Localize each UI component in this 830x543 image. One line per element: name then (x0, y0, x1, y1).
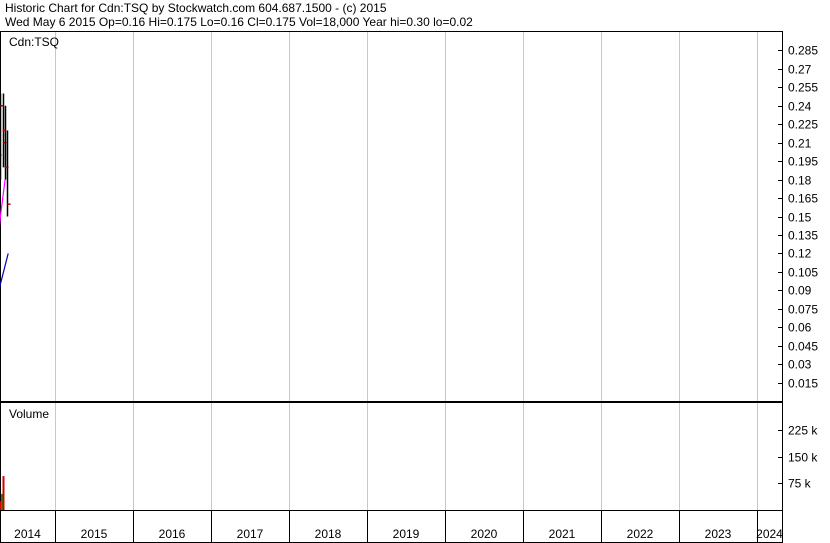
price-tick-label: 0.06 (788, 321, 812, 335)
x-tick-label: 2021 (549, 527, 576, 541)
x-tick-label: 2023 (705, 527, 732, 541)
volume-tick-label: 75 k (788, 477, 812, 491)
x-tick-label: 2016 (159, 527, 186, 541)
volume-panel (0, 402, 783, 511)
price-tick-label: 0.18 (788, 174, 812, 188)
x-tick-label: 2020 (471, 527, 498, 541)
price-tick-label: 0.21 (788, 137, 812, 151)
volume-bar (2, 476, 5, 510)
price-tick-label: 0.09 (788, 284, 812, 298)
volume-tick-label: 150 k (788, 451, 818, 465)
historic-chart: 0.285 0.27 0.255 0.24 0.225 0.21 0.195 0.18 0.16… (0, 31, 818, 543)
x-tick-label: 2019 (393, 527, 420, 541)
price-tick-label: 0.24 (788, 100, 812, 114)
price-tick-label: 0.015 (788, 377, 818, 391)
x-tick-label: 2014 (14, 527, 41, 541)
price-tick-label: 0.165 (788, 192, 818, 206)
price-tick-label: 0.27 (788, 63, 812, 77)
x-tick-label: 2015 (81, 527, 108, 541)
price-tick-label: 0.255 (788, 81, 818, 95)
price-tick-label: 0.225 (788, 118, 818, 132)
x-tick-label: 2022 (627, 527, 654, 541)
price-panel-label: Cdn:TSQ (9, 35, 59, 49)
price-tick-label: 0.105 (788, 266, 818, 280)
price-tick-label: 0.135 (788, 229, 818, 243)
price-tick-label: 0.12 (788, 247, 812, 261)
price-tick-label: 0.15 (788, 211, 812, 225)
x-tick-label: 2017 (237, 527, 264, 541)
volume-axis-ticks: 225 k 150 k 75 k (778, 424, 818, 491)
price-tick-label: 0.285 (788, 44, 818, 58)
price-panel (0, 31, 783, 402)
x-tick-label: 2024 (756, 527, 783, 541)
x-axis-strip (0, 510, 783, 543)
volume-tick-label: 225 k (788, 424, 818, 438)
price-tick-label: 0.03 (788, 358, 812, 372)
price-tick-label: 0.075 (788, 303, 818, 317)
volume-panel-label: Volume (9, 407, 49, 421)
price-axis-ticks: 0.285 0.27 0.255 0.24 0.225 0.21 0.195 0.18 0.16… (778, 44, 818, 391)
price-tick-label: 0.195 (788, 155, 818, 169)
x-tick-label: 2018 (315, 527, 342, 541)
price-tick-label: 0.045 (788, 340, 818, 354)
